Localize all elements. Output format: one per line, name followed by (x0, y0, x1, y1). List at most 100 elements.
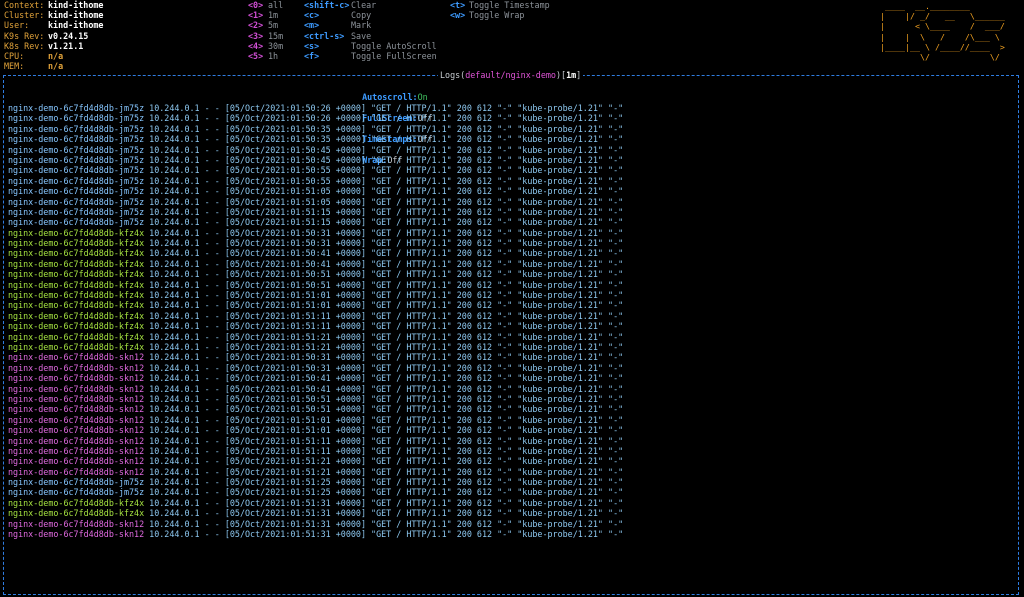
log-pod-name: nginx-demo-6c7fd4d8db-skn12 (8, 445, 145, 456)
log-line[interactable]: nginx-demo-6c7fd4d8db-jm75z 10.244.0.1 -… (8, 487, 623, 497)
log-line[interactable]: nginx-demo-6c7fd4d8db-jm75z 10.244.0.1 -… (8, 207, 623, 217)
log-pod-name: nginx-demo-6c7fd4d8db-skn12 (8, 373, 145, 384)
log-line[interactable]: nginx-demo-6c7fd4d8db-kfz4x 10.244.0.1 -… (8, 259, 623, 269)
log-line[interactable]: nginx-demo-6c7fd4d8db-jm75z 10.244.0.1 -… (8, 197, 623, 207)
shortcut-save[interactable]: <ctrl-s> Save (304, 31, 437, 41)
info-value: v1.21.1 (48, 40, 84, 51)
log-message: 10.244.0.1 - - [05/Oct/2021:01:51:21 +00… (144, 466, 624, 477)
log-pod-name: nginx-demo-6c7fd4d8db-skn12 (8, 393, 145, 404)
log-line[interactable]: nginx-demo-6c7fd4d8db-jm75z 10.244.0.1 -… (8, 113, 623, 123)
shortcut-copy[interactable]: <c> Copy (304, 10, 437, 20)
log-line[interactable]: nginx-demo-6c7fd4d8db-kfz4x 10.244.0.1 -… (8, 311, 623, 321)
shortcut-mark[interactable]: <m> Mark (304, 20, 437, 30)
log-line[interactable]: nginx-demo-6c7fd4d8db-skn12 10.244.0.1 -… (8, 436, 623, 446)
log-line[interactable]: nginx-demo-6c7fd4d8db-kfz4x 10.244.0.1 -… (8, 228, 623, 238)
shortcut-range-1m[interactable]: <1> 1m (248, 10, 283, 20)
log-message: 10.244.0.1 - - [05/Oct/2021:01:50:31 +00… (144, 227, 624, 238)
shortcut-toggle-wrap[interactable]: <w> Toggle Wrap (450, 10, 550, 20)
log-line[interactable]: nginx-demo-6c7fd4d8db-kfz4x 10.244.0.1 -… (8, 508, 623, 518)
shortcut-range-30m[interactable]: <4> 30m (248, 41, 283, 51)
shortcut-range-1h[interactable]: <5> 1h (248, 51, 283, 61)
title-prefix: Logs( (440, 70, 466, 80)
log-line[interactable]: nginx-demo-6c7fd4d8db-jm75z 10.244.0.1 -… (8, 176, 623, 186)
shortcut-clear[interactable]: <shift-c> Clear (304, 0, 437, 10)
log-line[interactable]: nginx-demo-6c7fd4d8db-jm75z 10.244.0.1 -… (8, 186, 623, 196)
log-line[interactable]: nginx-demo-6c7fd4d8db-jm75z 10.244.0.1 -… (8, 134, 623, 144)
info-key: User: (4, 20, 30, 31)
log-line[interactable]: nginx-demo-6c7fd4d8db-kfz4x 10.244.0.1 -… (8, 238, 623, 248)
shortcut-label: all (268, 0, 284, 10)
shortcut-range-all[interactable]: <0> all (248, 0, 283, 10)
log-pod-name: nginx-demo-6c7fd4d8db-kfz4x (8, 248, 145, 259)
shortcut-range-15m[interactable]: <3> 15m (248, 31, 283, 41)
log-line[interactable]: nginx-demo-6c7fd4d8db-skn12 10.244.0.1 -… (8, 425, 623, 435)
log-line[interactable]: nginx-demo-6c7fd4d8db-jm75z 10.244.0.1 -… (8, 477, 623, 487)
shortcut-label: 30m (268, 40, 284, 51)
shortcut-label: 1m (268, 10, 279, 21)
log-pod-name: nginx-demo-6c7fd4d8db-skn12 (8, 362, 145, 373)
log-message: 10.244.0.1 - - [05/Oct/2021:01:51:15 +00… (144, 206, 624, 217)
log-pod-name: nginx-demo-6c7fd4d8db-jm75z (8, 175, 145, 186)
log-line[interactable]: nginx-demo-6c7fd4d8db-skn12 10.244.0.1 -… (8, 394, 623, 404)
log-pod-name: nginx-demo-6c7fd4d8db-jm75z (8, 165, 145, 176)
shortcut-toggle-autoscroll[interactable]: <s> Toggle AutoScroll (304, 41, 437, 51)
info-value: v0.24.15 (48, 30, 89, 41)
log-line[interactable]: nginx-demo-6c7fd4d8db-skn12 10.244.0.1 -… (8, 529, 623, 539)
range-shortcuts: <0> all <1> 1m <2> 5m <3> 15m <4> 30m <5> 1h (248, 0, 283, 61)
log-line[interactable]: nginx-demo-6c7fd4d8db-jm75z 10.244.0.1 -… (8, 145, 623, 155)
log-message: 10.244.0.1 - - [05/Oct/2021:01:51:05 +00… (144, 196, 624, 207)
log-line[interactable]: nginx-demo-6c7fd4d8db-skn12 10.244.0.1 -… (8, 352, 623, 362)
info-key: K9s Rev: (4, 30, 45, 41)
log-lines[interactable]: nginx-demo-6c7fd4d8db-jm75z 10.244.0.1 -… (8, 103, 623, 539)
log-message: 10.244.0.1 - - [05/Oct/2021:01:50:26 +00… (144, 113, 624, 124)
log-line[interactable]: nginx-demo-6c7fd4d8db-kfz4x 10.244.0.1 -… (8, 321, 623, 331)
log-line[interactable]: nginx-demo-6c7fd4d8db-skn12 10.244.0.1 -… (8, 404, 623, 414)
log-message: 10.244.0.1 - - [05/Oct/2021:01:51:21 +00… (144, 331, 624, 342)
shortcut-label: 5m (268, 20, 279, 31)
log-line[interactable]: nginx-demo-6c7fd4d8db-kfz4x 10.244.0.1 -… (8, 342, 623, 352)
log-message: 10.244.0.1 - - [05/Oct/2021:01:51:21 +00… (144, 341, 624, 352)
log-line[interactable]: nginx-demo-6c7fd4d8db-skn12 10.244.0.1 -… (8, 363, 623, 373)
log-line[interactable]: nginx-demo-6c7fd4d8db-skn12 10.244.0.1 -… (8, 373, 623, 383)
log-pod-name: nginx-demo-6c7fd4d8db-skn12 (8, 466, 145, 477)
log-pod-name: nginx-demo-6c7fd4d8db-skn12 (8, 414, 145, 425)
log-line[interactable]: nginx-demo-6c7fd4d8db-skn12 10.244.0.1 -… (8, 456, 623, 466)
shortcut-toggle-fullscreen[interactable]: <f> Toggle FullScreen (304, 51, 437, 61)
log-line[interactable]: nginx-demo-6c7fd4d8db-jm75z 10.244.0.1 -… (8, 155, 623, 165)
log-line[interactable]: nginx-demo-6c7fd4d8db-jm75z 10.244.0.1 -… (8, 165, 623, 175)
log-pod-name: nginx-demo-6c7fd4d8db-kfz4x (8, 238, 145, 249)
log-line[interactable]: nginx-demo-6c7fd4d8db-jm75z 10.244.0.1 -… (8, 124, 623, 134)
shortcut-key: <4> (248, 40, 264, 51)
log-line[interactable]: nginx-demo-6c7fd4d8db-jm75z 10.244.0.1 -… (8, 217, 623, 227)
log-pod-name: nginx-demo-6c7fd4d8db-kfz4x (8, 310, 145, 321)
log-line[interactable]: nginx-demo-6c7fd4d8db-kfz4x 10.244.0.1 -… (8, 300, 623, 310)
log-pod-name: nginx-demo-6c7fd4d8db-skn12 (8, 435, 145, 446)
action-shortcuts: <shift-c> Clear <c> Copy <m> Mark <ctrl-s> S… (304, 0, 437, 61)
log-pod-name: nginx-demo-6c7fd4d8db-kfz4x (8, 321, 145, 332)
log-line[interactable]: nginx-demo-6c7fd4d8db-skn12 10.244.0.1 -… (8, 446, 623, 456)
log-line[interactable]: nginx-demo-6c7fd4d8db-skn12 10.244.0.1 -… (8, 415, 623, 425)
log-line[interactable]: nginx-demo-6c7fd4d8db-kfz4x 10.244.0.1 -… (8, 269, 623, 279)
log-line[interactable]: nginx-demo-6c7fd4d8db-kfz4x 10.244.0.1 -… (8, 290, 623, 300)
log-pod-name: nginx-demo-6c7fd4d8db-skn12 (8, 529, 145, 540)
log-line[interactable]: nginx-demo-6c7fd4d8db-kfz4x 10.244.0.1 -… (8, 248, 623, 258)
log-line[interactable]: nginx-demo-6c7fd4d8db-kfz4x 10.244.0.1 -… (8, 280, 623, 290)
log-line[interactable]: nginx-demo-6c7fd4d8db-skn12 10.244.0.1 -… (8, 384, 623, 394)
log-line[interactable]: nginx-demo-6c7fd4d8db-skn12 10.244.0.1 -… (8, 467, 623, 477)
k9s-logo: ____ __.________ | |/ _/ __ \______ | < … (880, 1, 1005, 63)
shortcut-range-5m[interactable]: <2> 5m (248, 20, 283, 30)
info-row-mem: MEM: n/a (4, 61, 103, 71)
log-line[interactable]: nginx-demo-6c7fd4d8db-kfz4x 10.244.0.1 -… (8, 332, 623, 342)
header: Context: kind-ithome Cluster: kind-ithome … (0, 0, 1024, 71)
shortcut-label: Copy (351, 10, 372, 21)
log-line[interactable]: nginx-demo-6c7fd4d8db-kfz4x 10.244.0.1 -… (8, 498, 623, 508)
title-resource-path: default/nginx-demo (465, 70, 556, 80)
log-line[interactable]: nginx-demo-6c7fd4d8db-skn12 10.244.0.1 -… (8, 519, 623, 529)
title-time-window: 1m (566, 70, 577, 80)
log-message: 10.244.0.1 - - [05/Oct/2021:01:51:21 +00… (144, 456, 624, 467)
shortcut-key: <2> (248, 20, 264, 31)
shortcut-toggle-timestamp[interactable]: <t> Toggle Timestamp (450, 0, 550, 10)
log-line[interactable]: nginx-demo-6c7fd4d8db-jm75z 10.244.0.1 -… (8, 103, 623, 113)
info-row-user: User: kind-ithome (4, 20, 103, 30)
log-message: 10.244.0.1 - - [05/Oct/2021:01:50:31 +00… (144, 238, 624, 249)
